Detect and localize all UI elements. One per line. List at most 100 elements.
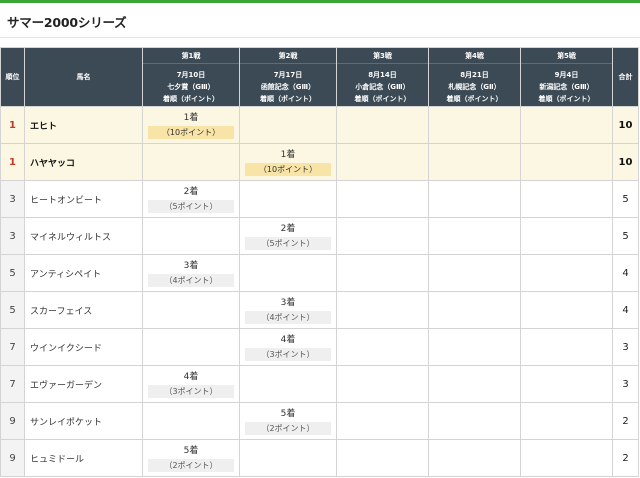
table-row: 7 エヴァーガーデン 4着 （3ポイント） 3: [0, 365, 639, 403]
points-badge: （5ポイント）: [148, 199, 234, 213]
total-points: 3: [612, 365, 639, 403]
rank-cell: 3: [0, 180, 25, 218]
race-3-result: [336, 402, 429, 440]
horse-name: スカーフェイス: [24, 291, 143, 329]
race-3-result: [336, 291, 429, 329]
page-title: サマー2000シリーズ: [7, 15, 127, 30]
race-1-result: [142, 217, 240, 255]
race-2-result: 1着 （10ポイント）: [239, 143, 337, 181]
rank-cell: 9: [0, 402, 25, 440]
race-4-result: [428, 291, 521, 329]
race-4-header: 第4戦 8月21日 札幌記念（GⅡ） 着順（ポイント）: [428, 47, 521, 107]
points-badge: （5ポイント）: [245, 236, 331, 250]
points-badge: （3ポイント）: [245, 347, 331, 361]
race-2-result: [239, 365, 337, 403]
race-5-header: 第5戦 9月4日 新潟記念（GⅢ） 着順（ポイント）: [520, 47, 613, 107]
standings-table: 順位 馬名 第1戦 7月10日 七夕賞（GⅢ） 着順（ポイント） 第2戦 7月1…: [0, 47, 639, 477]
rank-cell: 7: [0, 328, 25, 366]
race-name: 新潟記念（GⅢ）: [539, 83, 594, 91]
points-badge: （4ポイント）: [245, 310, 331, 324]
race-3-result: [336, 217, 429, 255]
race-number: 第1戦: [143, 49, 239, 64]
race-5-result: [520, 254, 613, 292]
total-header: 合計: [612, 47, 639, 107]
total-points: 3: [612, 328, 639, 366]
race-3-result: [336, 365, 429, 403]
race-1-result: 4着 （3ポイント）: [142, 365, 240, 403]
points-badge: （10ポイント）: [148, 125, 234, 139]
total-points: 10: [612, 106, 639, 144]
race-1-result: 2着 （5ポイント）: [142, 180, 240, 218]
race-3-result: [336, 106, 429, 144]
race-4-result: [428, 217, 521, 255]
race-date: 8月14日: [368, 71, 397, 79]
finish-place: 1着: [280, 149, 296, 160]
race-date: 8月21日: [460, 71, 489, 79]
race-1-header: 第1戦 7月10日 七夕賞（GⅢ） 着順（ポイント）: [142, 47, 240, 107]
total-points: 4: [612, 254, 639, 292]
race-5-result: [520, 439, 613, 477]
header-row: 順位 馬名 第1戦 7月10日 七夕賞（GⅢ） 着順（ポイント） 第2戦 7月1…: [0, 47, 639, 107]
race-date: 7月17日: [273, 71, 303, 79]
points-badge: （3ポイント）: [148, 384, 234, 398]
total-points: 5: [612, 217, 639, 255]
race-2-result: 3着 （4ポイント）: [239, 291, 337, 329]
standings-body: 1 エヒト 1着 （10ポイント） 10 1 ハヤヤッコ 1着 （10ポイント） 10 3 ヒートオン…: [0, 106, 639, 477]
race-5-result: [520, 402, 613, 440]
race-4-result: [428, 328, 521, 366]
race-4-result: [428, 365, 521, 403]
table-row: 3 ヒートオンビート 2着 （5ポイント） 5: [0, 180, 639, 218]
title-divider: [0, 37, 640, 38]
horse-name: ウインイクシード: [24, 328, 143, 366]
race-1-result: [142, 402, 240, 440]
race-3-header: 第3戦 8月14日 小倉記念（GⅢ） 着順（ポイント）: [336, 47, 429, 107]
race-number: 第4戦: [429, 49, 520, 64]
race-4-result: [428, 439, 521, 477]
race-number: 第3戦: [337, 49, 428, 64]
table-row: 5 アンティシペイト 3着 （4ポイント） 4: [0, 254, 639, 292]
rank-cell: 7: [0, 365, 25, 403]
finish-place: 2着: [183, 186, 199, 197]
finish-place: 1着: [183, 112, 199, 123]
race-name: 小倉記念（GⅢ）: [355, 83, 410, 91]
rank-cell: 1: [0, 143, 25, 181]
race-1-result: 5着 （2ポイント）: [142, 439, 240, 477]
table-row: 7 ウインイクシード 4着 （3ポイント） 3: [0, 328, 639, 366]
race-2-result: [239, 439, 337, 477]
race-name: 七夕賞（GⅢ）: [167, 83, 215, 91]
finish-place: 2着: [280, 223, 296, 234]
total-points: 2: [612, 439, 639, 477]
race-4-result: [428, 106, 521, 144]
race-3-result: [336, 439, 429, 477]
rank-header: 順位: [0, 47, 25, 107]
race-5-result: [520, 217, 613, 255]
race-2-result: 5着 （2ポイント）: [239, 402, 337, 440]
race-4-result: [428, 402, 521, 440]
points-badge: （4ポイント）: [148, 273, 234, 287]
rank-cell: 1: [0, 106, 25, 144]
race-2-result: [239, 106, 337, 144]
race-1-result: 3着 （4ポイント）: [142, 254, 240, 292]
rank-cell: 9: [0, 439, 25, 477]
horse-name: サンレイポケット: [24, 402, 143, 440]
rank-cell: 5: [0, 291, 25, 329]
points-badge: （2ポイント）: [245, 421, 331, 435]
table-row: 5 スカーフェイス 3着 （4ポイント） 4: [0, 291, 639, 329]
table-row: 3 マイネルウィルトス 2着 （5ポイント） 5: [0, 217, 639, 255]
points-badge: （2ポイント）: [148, 458, 234, 472]
table-row: 1 エヒト 1着 （10ポイント） 10: [0, 106, 639, 144]
race-criteria: 着順（ポイント）: [163, 95, 219, 103]
total-points: 10: [612, 143, 639, 181]
race-3-result: [336, 328, 429, 366]
race-1-result: [142, 291, 240, 329]
race-criteria: 着順（ポイント）: [538, 95, 595, 103]
race-5-result: [520, 291, 613, 329]
finish-place: 4着: [280, 334, 296, 345]
race-4-result: [428, 254, 521, 292]
race-number: 第2戦: [240, 49, 336, 64]
race-criteria: 着順（ポイント）: [354, 95, 411, 103]
race-5-result: [520, 180, 613, 218]
points-badge: （10ポイント）: [245, 162, 331, 176]
finish-place: 3着: [183, 260, 199, 271]
race-1-result: 1着 （10ポイント）: [142, 106, 240, 144]
